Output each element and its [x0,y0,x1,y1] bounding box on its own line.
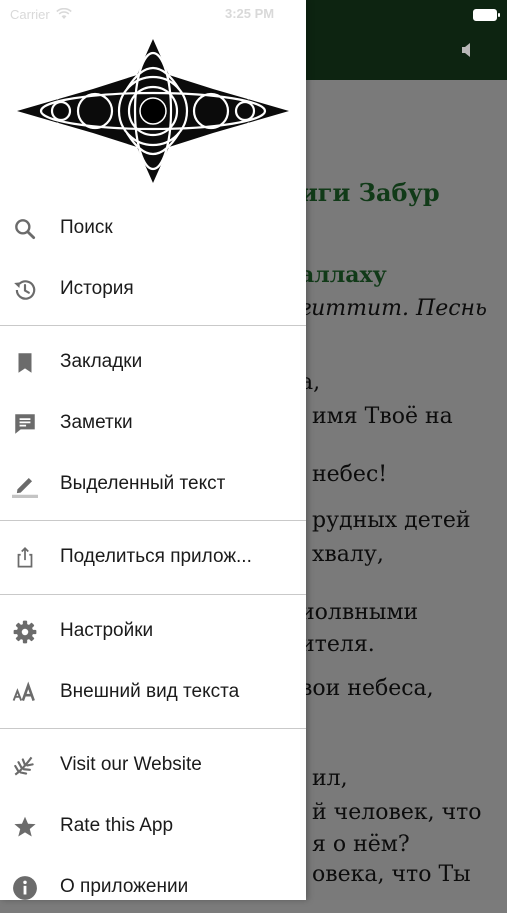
info-icon [13,876,37,900]
reader-line: овека, что Ты [312,862,471,887]
menu-item-share[interactable]: Поделиться прилож... [0,533,306,583]
menu-item-notes[interactable]: Заметки [0,399,306,449]
divider [0,728,306,729]
reader-line: небес! [312,462,388,487]
menu-label-history: История [60,278,134,299]
status-time: 3:25 PM [225,6,275,21]
reader-line: хвалу, [312,542,384,567]
reader-line: имя Твоё на [312,404,453,429]
menu-item-history[interactable]: История [0,265,306,315]
note-icon [15,414,35,434]
share-icon [17,547,33,568]
history-icon [14,280,36,300]
menu-label-search: Поиск [60,217,113,238]
wifi-icon [55,8,72,19]
reader-line: иги Забур [300,178,440,207]
speaker-icon[interactable] [458,40,478,60]
text-size-icon [12,681,35,702]
divider [0,325,306,326]
menu-label-about: О приложении [60,876,189,897]
menu-label-notes: Заметки [60,412,133,433]
battery-icon [473,9,500,21]
reader-line: я о нём? [312,832,410,857]
menu-item-search[interactable]: Поиск [0,204,306,254]
menu-label-rate: Rate this App [60,815,174,836]
reader-line: й человек, что [312,800,482,825]
menu-label-text-appearance: Внешний вид текста [60,681,240,702]
menu-label-website: Visit our Website [60,754,202,775]
bookmark-icon [18,353,32,373]
menu-item-website[interactable]: Visit our Website [0,741,306,791]
search-icon [15,219,36,240]
menu-item-highlights[interactable]: Выделенный текст [0,460,306,510]
menu-item-about[interactable]: О приложении [0,863,306,913]
menu-label-highlights: Выделенный текст [60,473,226,494]
carrier-label: Carrier [10,6,50,22]
menu-label-bookmarks: Закладки [60,351,143,372]
reader-line: рудных детей [312,508,471,533]
menu-item-settings[interactable]: Настройки [0,607,306,657]
status-icons [467,6,500,22]
gear-icon [13,620,37,644]
highlighter-icon [12,477,38,498]
menu-item-text-appearance[interactable]: Внешний вид текста [0,668,306,718]
menu-label-share: Поделиться прилож... [60,546,252,567]
menu-item-rate[interactable]: Rate this App [0,802,306,852]
menu-label-settings: Настройки [60,620,154,641]
star-icon [14,816,36,837]
reader-line: вои небеса, [300,676,434,701]
divider [0,520,306,521]
ornament-logo [17,39,289,183]
reader-line: ил, [312,766,348,791]
reader-line: ителя. [300,632,375,657]
navigation-drawer: Carrier 3:25 PM Поиск История Закладки З… [0,0,306,900]
reader-line: аллаху [300,262,387,288]
menu-item-bookmarks[interactable]: Закладки [0,338,306,388]
divider [0,594,306,595]
status-left: Carrier [10,6,72,22]
reader-line: гиттит. Песнь [300,296,488,321]
reader-line: иолвными [300,600,419,625]
website-icon [14,756,34,776]
